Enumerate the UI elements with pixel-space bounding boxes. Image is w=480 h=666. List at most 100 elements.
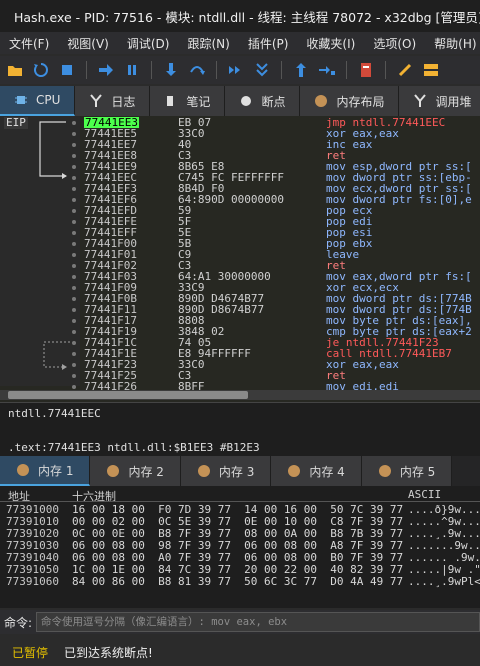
breakpoint-dot[interactable]	[72, 308, 76, 312]
breakpoint-dot[interactable]	[72, 121, 76, 125]
step-over-button[interactable]	[186, 59, 208, 81]
breakpoint-dot[interactable]	[72, 253, 76, 257]
eip-label: EIP	[4, 116, 28, 129]
pause-button[interactable]	[121, 59, 143, 81]
dump-address: 77391060	[6, 575, 59, 588]
tab-label: 断点	[261, 94, 286, 109]
header-divider	[0, 501, 480, 502]
breakpoint-dot[interactable]	[72, 297, 76, 301]
disassembly-row[interactable]: 77441EE7 40 inc eax	[80, 139, 480, 150]
menu-file[interactable]: 文件(F)	[0, 35, 58, 52]
disassembly-view[interactable]: EIP 77441EE3 EB 07 jmp ntdll.77441EEC 77441…	[0, 116, 480, 402]
disassembly-row[interactable]: 77441EFE 5F pop edi	[80, 216, 480, 227]
tab-notes[interactable]: 笔记	[150, 86, 226, 116]
trace-over-icon	[256, 63, 268, 77]
memory-dump-view[interactable]: 地址 十六进制 ASCII 77391000 16 00 18 00 F0 7D …	[0, 486, 480, 608]
step-into-button[interactable]	[160, 59, 182, 81]
tab-memory-map[interactable]: 内存布局	[300, 86, 400, 116]
disassembly-row[interactable]: 77441EFF 5E pop esi	[80, 227, 480, 238]
dump-hex-bytes: 84 00 86 00 B8 81 39 77 50 6C 3C 77 D0 4…	[72, 575, 404, 588]
tab-label: 调用堆	[435, 94, 472, 109]
breakpoint-dot[interactable]	[72, 319, 76, 323]
stop-button[interactable]	[56, 59, 78, 81]
menu-debug[interactable]: 调试(D)	[118, 35, 179, 52]
disassembly-row[interactable]: 77441F25 C3 ret	[80, 370, 480, 381]
breakpoint-dot[interactable]	[72, 231, 76, 235]
menu-view[interactable]: 视图(V)	[58, 35, 118, 52]
breakpoint-dot[interactable]	[72, 220, 76, 224]
restart-button[interactable]	[30, 59, 52, 81]
patch-button[interactable]	[394, 59, 416, 81]
breakpoint-dot[interactable]	[72, 209, 76, 213]
trace-over-button[interactable]	[251, 59, 273, 81]
tab-dump-5[interactable]: 内存 5	[361, 456, 453, 486]
comments-button[interactable]	[420, 59, 442, 81]
disassembly-row[interactable]: 77441EE5 33C0 xor eax,eax	[80, 128, 480, 139]
disassembly-row[interactable]: 77441F03 64:A1 30000000 mov eax,dword ptr …	[80, 271, 480, 282]
run-button[interactable]	[95, 59, 117, 81]
tab-dump-2[interactable]: 内存 2	[90, 456, 181, 486]
command-input[interactable]	[36, 612, 480, 632]
disassembly-row[interactable]: 77441F01 C9 leave	[80, 249, 480, 260]
trace-into-button[interactable]	[225, 59, 247, 81]
dump-icon	[288, 465, 301, 477]
menu-favourites[interactable]: 收藏夹(I)	[297, 35, 364, 52]
tab-dump-1[interactable]: 内存 1	[0, 456, 91, 486]
breakpoint-dot[interactable]	[72, 286, 76, 290]
disassembly-row[interactable]: 77441EF6 64:890D 00000000 mov dword ptr fs…	[80, 194, 480, 205]
disassembly-hscrollbar[interactable]	[0, 390, 480, 400]
title-bar: Hash.exe - PID: 77516 - 模块: ntdll.dll - …	[0, 0, 480, 32]
breakpoint-dot[interactable]	[72, 385, 76, 389]
run-to-user-code-icon	[319, 66, 335, 75]
breakpoint-dot[interactable]	[72, 330, 76, 334]
execute-till-return-icon	[296, 63, 306, 77]
disassembly-row[interactable]: 77441F00 5B pop ebx	[80, 238, 480, 249]
dump-row[interactable]: 77391060 84 00 86 00 B8 81 39 77 50 6C 3C…	[0, 576, 480, 588]
tab-call-stack[interactable]: 调用堆	[399, 86, 480, 116]
disassembly-row[interactable]: 77441F1E E8 94FFFFFF call ntdll.77441EB7	[80, 348, 480, 359]
breakpoint-dot[interactable]	[72, 374, 76, 378]
call-stack-icon	[414, 94, 427, 107]
scroll-thumb[interactable]	[8, 391, 248, 399]
menu-plugins[interactable]: 插件(P)	[239, 35, 298, 52]
disassembly-row[interactable]: 77441EE3 EB 07 jmp ntdll.77441EEC	[80, 117, 480, 128]
tab-cpu[interactable]: CPU	[0, 86, 76, 116]
branch-gutter: EIP	[0, 116, 80, 389]
breakpoint-dot[interactable]	[72, 176, 76, 180]
breakpoint-dot[interactable]	[72, 264, 76, 268]
breakpoint-dot[interactable]	[72, 132, 76, 136]
menu-bar: 文件(F) 视图(V) 调试(D) 跟踪(N) 插件(P) 收藏夹(I) 选项(…	[0, 32, 480, 54]
breakpoint-dot[interactable]	[72, 352, 76, 356]
toolbar-separator	[86, 61, 87, 79]
tab-label: 内存 4	[309, 464, 345, 479]
tab-log[interactable]: 日志	[75, 86, 151, 116]
breakpoint-dot[interactable]	[72, 165, 76, 169]
disassembly-row[interactable]: 77441EFD 59 pop ecx	[80, 205, 480, 216]
menu-trace[interactable]: 跟踪(N)	[178, 35, 238, 52]
breakpoint-dot[interactable]	[72, 154, 76, 158]
disassembly-row[interactable]: 77441F23 33C0 xor eax,eax	[80, 359, 480, 370]
menu-help[interactable]: 帮助(H)	[425, 35, 480, 52]
breakpoint-dot[interactable]	[72, 363, 76, 367]
script-button[interactable]	[355, 59, 377, 81]
pause-icon	[128, 65, 136, 75]
debug-state: 已暂停	[12, 645, 49, 660]
tab-breakpoints[interactable]: 断点	[225, 86, 301, 116]
run-to-user-code-button[interactable]	[316, 59, 338, 81]
breakpoint-dot[interactable]	[72, 143, 76, 147]
dump-icon	[107, 465, 120, 477]
breakpoint-dot[interactable]	[72, 275, 76, 279]
tab-label: 内存 2	[128, 464, 164, 479]
dump-icon	[378, 465, 391, 477]
breakpoint-dot[interactable]	[72, 187, 76, 191]
breakpoint-dot[interactable]	[72, 198, 76, 202]
breakpoint-dot[interactable]	[72, 242, 76, 246]
breakpoint-dot[interactable]	[72, 341, 76, 345]
tab-label: CPU	[36, 93, 61, 107]
tab-dump-4[interactable]: 内存 4	[271, 456, 362, 486]
tab-dump-3[interactable]: 内存 3	[180, 456, 272, 486]
dump-icon	[197, 465, 210, 477]
menu-options[interactable]: 选项(O)	[364, 35, 425, 52]
open-button[interactable]	[4, 59, 26, 81]
execute-till-return-button[interactable]	[290, 59, 312, 81]
